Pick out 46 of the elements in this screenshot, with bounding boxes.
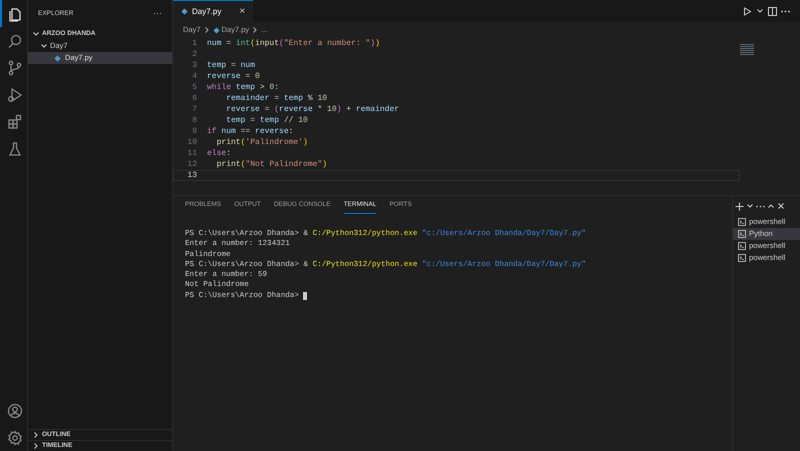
line-number: 2	[191, 49, 198, 60]
python-file-icon	[181, 8, 188, 15]
code-line: num = int(input("Enter a number: "))	[207, 38, 380, 49]
line-number: 9	[191, 126, 198, 137]
minimap-drawing	[740, 44, 754, 56]
terminal-icon	[738, 242, 746, 250]
code-line: remainder = temp % 10	[225, 93, 328, 104]
line-number: 10	[186, 137, 198, 148]
line-number: 13	[186, 170, 198, 181]
code-line: if num == reverse:	[207, 126, 294, 137]
caret-icon[interactable]	[756, 7, 764, 15]
code-line: print("Not Palindrome")	[216, 159, 328, 170]
editor-tab[interactable]: Day7.py ×	[173, 0, 254, 22]
line-number: 8	[191, 115, 198, 126]
add-terminal-icon[interactable]	[735, 202, 744, 210]
code-line: print('Palindrome')	[216, 137, 308, 148]
line-number: 7	[191, 104, 198, 115]
chevron-icon	[202, 26, 211, 34]
maximize-icon[interactable]	[767, 202, 775, 210]
python-file-icon	[54, 54, 61, 62]
split-editor-icon[interactable]	[768, 6, 777, 16]
line-number: 5	[191, 82, 198, 93]
chevron-icon	[251, 26, 260, 34]
more-icon[interactable]	[781, 10, 790, 12]
line-number: 4	[191, 71, 198, 82]
code-line: reverse = 0	[207, 71, 260, 82]
line-number: 12	[186, 159, 198, 170]
line-number: 1	[191, 38, 198, 49]
python-file-icon	[212, 26, 220, 34]
code-line: temp = temp // 10	[225, 115, 308, 126]
close-icon[interactable]	[777, 202, 785, 210]
terminal-icon	[738, 254, 746, 262]
line-number: 6	[191, 93, 198, 104]
more-icon[interactable]	[756, 204, 765, 208]
line-number: 3	[191, 60, 198, 71]
code-line: while temp > 0:	[207, 82, 280, 93]
caret-icon[interactable]	[746, 202, 754, 210]
run-icon[interactable]	[743, 6, 752, 16]
code-line: reverse = (reverse * 10) + remainder	[225, 104, 400, 115]
code-line: else:	[207, 148, 232, 159]
terminal-icon	[738, 218, 746, 226]
close-icon[interactable]: ×	[239, 4, 246, 19]
more-actions-button[interactable]: ···	[153, 7, 162, 21]
code-line: temp = num	[207, 60, 256, 71]
line-number: 11	[186, 148, 198, 159]
terminal-icon	[738, 230, 746, 238]
